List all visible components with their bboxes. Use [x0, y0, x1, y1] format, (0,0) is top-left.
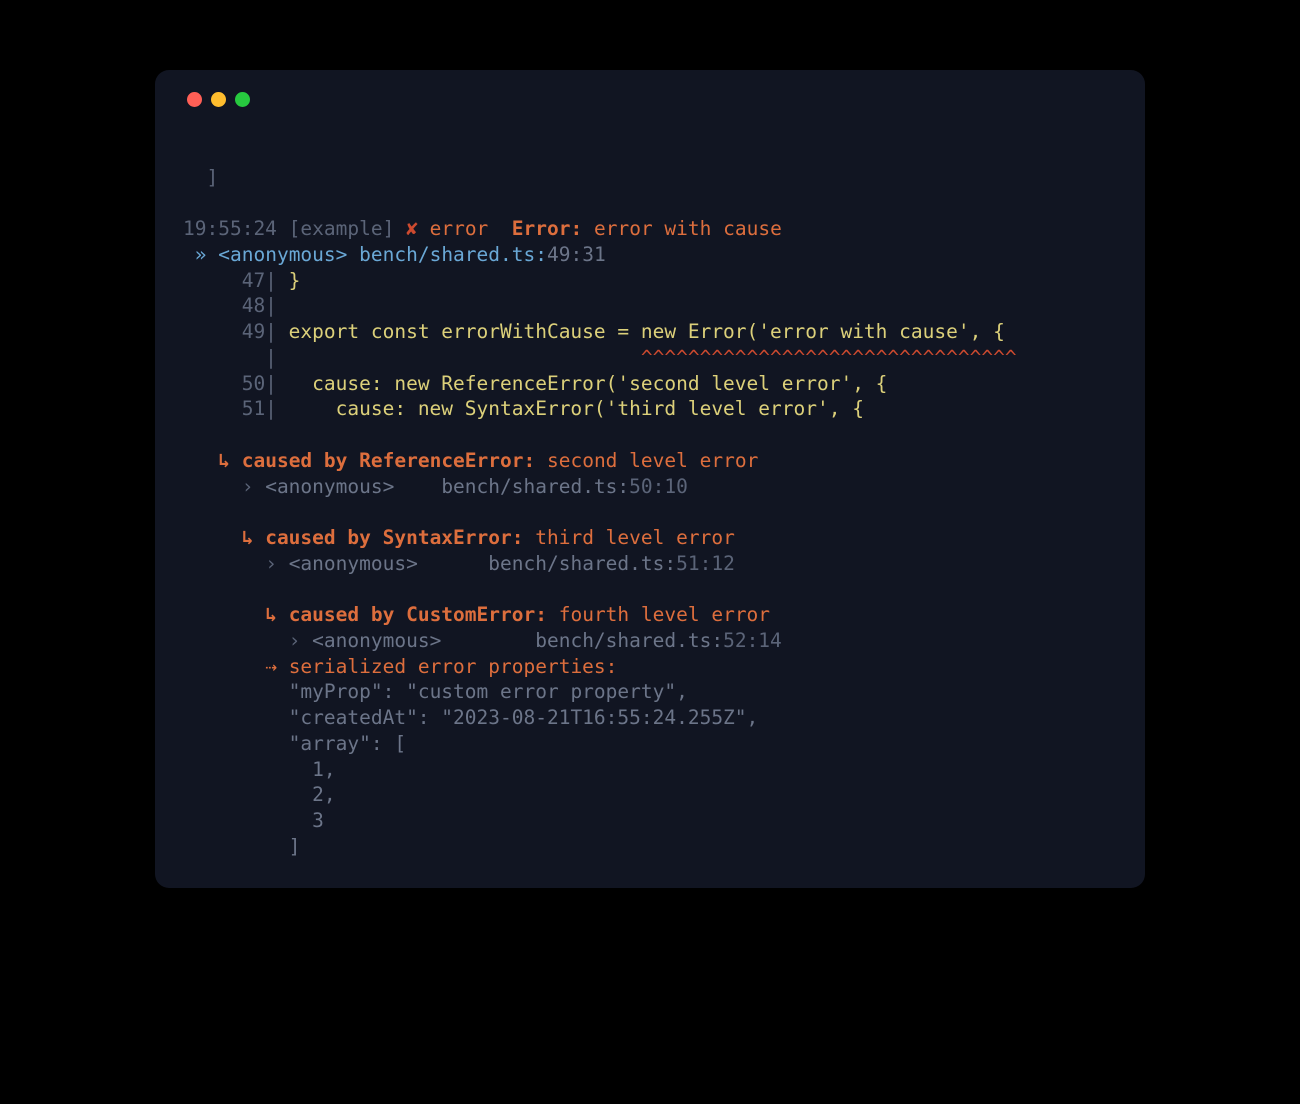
cause-arrow-icon: ↳	[218, 449, 230, 472]
cause-message: fourth level error	[559, 603, 770, 626]
stack-line: 52	[723, 629, 746, 652]
line-number: |	[242, 346, 277, 369]
log-scope: [example]	[289, 217, 395, 240]
line-number: 51|	[242, 397, 277, 420]
stack-col: :12	[700, 552, 735, 575]
stack-anonymous: <anonymous>	[218, 243, 347, 266]
cause-label: caused by ReferenceError:	[242, 449, 536, 472]
stack-col: :10	[653, 475, 688, 498]
prop-value: "custom error property",	[394, 680, 688, 703]
stack-path: bench/shared.ts:	[441, 475, 629, 498]
error-type-label: Error:	[512, 217, 582, 240]
prop-key: "createdAt":	[289, 706, 430, 729]
stack-path: bench/shared.ts:	[359, 243, 547, 266]
cause-message: third level error	[535, 526, 735, 549]
prop-key: "myProp":	[289, 680, 395, 703]
stack-anonymous: <anonymous>	[265, 475, 394, 498]
cause-arrow-icon: ↳	[265, 603, 277, 626]
error-message: error with cause	[594, 217, 782, 240]
code-line: cause: new ReferenceError('second level …	[277, 372, 887, 395]
x-mark-icon: ✘	[406, 217, 418, 240]
stack-arrow-icon: ›	[265, 552, 277, 575]
serial-label: serialized error properties:	[289, 655, 618, 678]
prop-value: [	[383, 732, 406, 755]
stack-col: :14	[747, 629, 782, 652]
array-item: 2,	[289, 783, 336, 806]
array-close: ]	[289, 835, 301, 858]
stack-line: 49	[547, 243, 570, 266]
terminal-window: ] 19:55:24 [example] ✘ error Error: erro…	[155, 70, 1145, 888]
stack-arrow-icon: ›	[289, 629, 301, 652]
error-squiggle: ^^^^^^^^^^^^^^^^^^^^^^^^^^^^^^^^	[641, 346, 1017, 369]
window-close-icon[interactable]	[187, 92, 202, 107]
stack-line: 50	[629, 475, 652, 498]
code-line: export const errorWithCause = new Error(…	[277, 320, 1005, 343]
stack-arrow-icon: »	[195, 243, 207, 266]
array-item: 1,	[289, 758, 336, 781]
array-item: 3	[289, 809, 324, 832]
prop-key: "array":	[289, 732, 383, 755]
cause-message: second level error	[547, 449, 758, 472]
prop-value: "2023-08-21T16:55:24.255Z",	[430, 706, 759, 729]
cause-arrow-icon: ↳	[242, 526, 254, 549]
closing-bracket: ]	[183, 166, 218, 189]
line-number: 48|	[242, 294, 277, 317]
stack-anonymous: <anonymous>	[289, 552, 418, 575]
line-number: 50|	[242, 372, 277, 395]
serial-arrow-icon: ⇢	[265, 655, 277, 678]
stack-anonymous: <anonymous>	[312, 629, 441, 652]
code-line: }	[277, 269, 300, 292]
cause-label: caused by CustomError:	[289, 603, 547, 626]
window-minimize-icon[interactable]	[211, 92, 226, 107]
log-level: error	[430, 217, 489, 240]
stack-path: bench/shared.ts:	[488, 552, 676, 575]
log-timestamp: 19:55:24	[183, 217, 277, 240]
stack-line: 51	[676, 552, 699, 575]
stack-col: :31	[570, 243, 605, 266]
terminal-output: ] 19:55:24 [example] ✘ error Error: erro…	[183, 139, 1117, 860]
squiggle-pad	[277, 346, 641, 369]
line-number: 47|	[242, 269, 277, 292]
cause-label: caused by SyntaxError:	[265, 526, 523, 549]
window-traffic-lights	[187, 92, 1117, 107]
line-number: 49|	[242, 320, 277, 343]
window-zoom-icon[interactable]	[235, 92, 250, 107]
stack-arrow-icon: ›	[242, 475, 254, 498]
stack-path: bench/shared.ts:	[535, 629, 723, 652]
code-line: cause: new SyntaxError('third level erro…	[277, 397, 864, 420]
